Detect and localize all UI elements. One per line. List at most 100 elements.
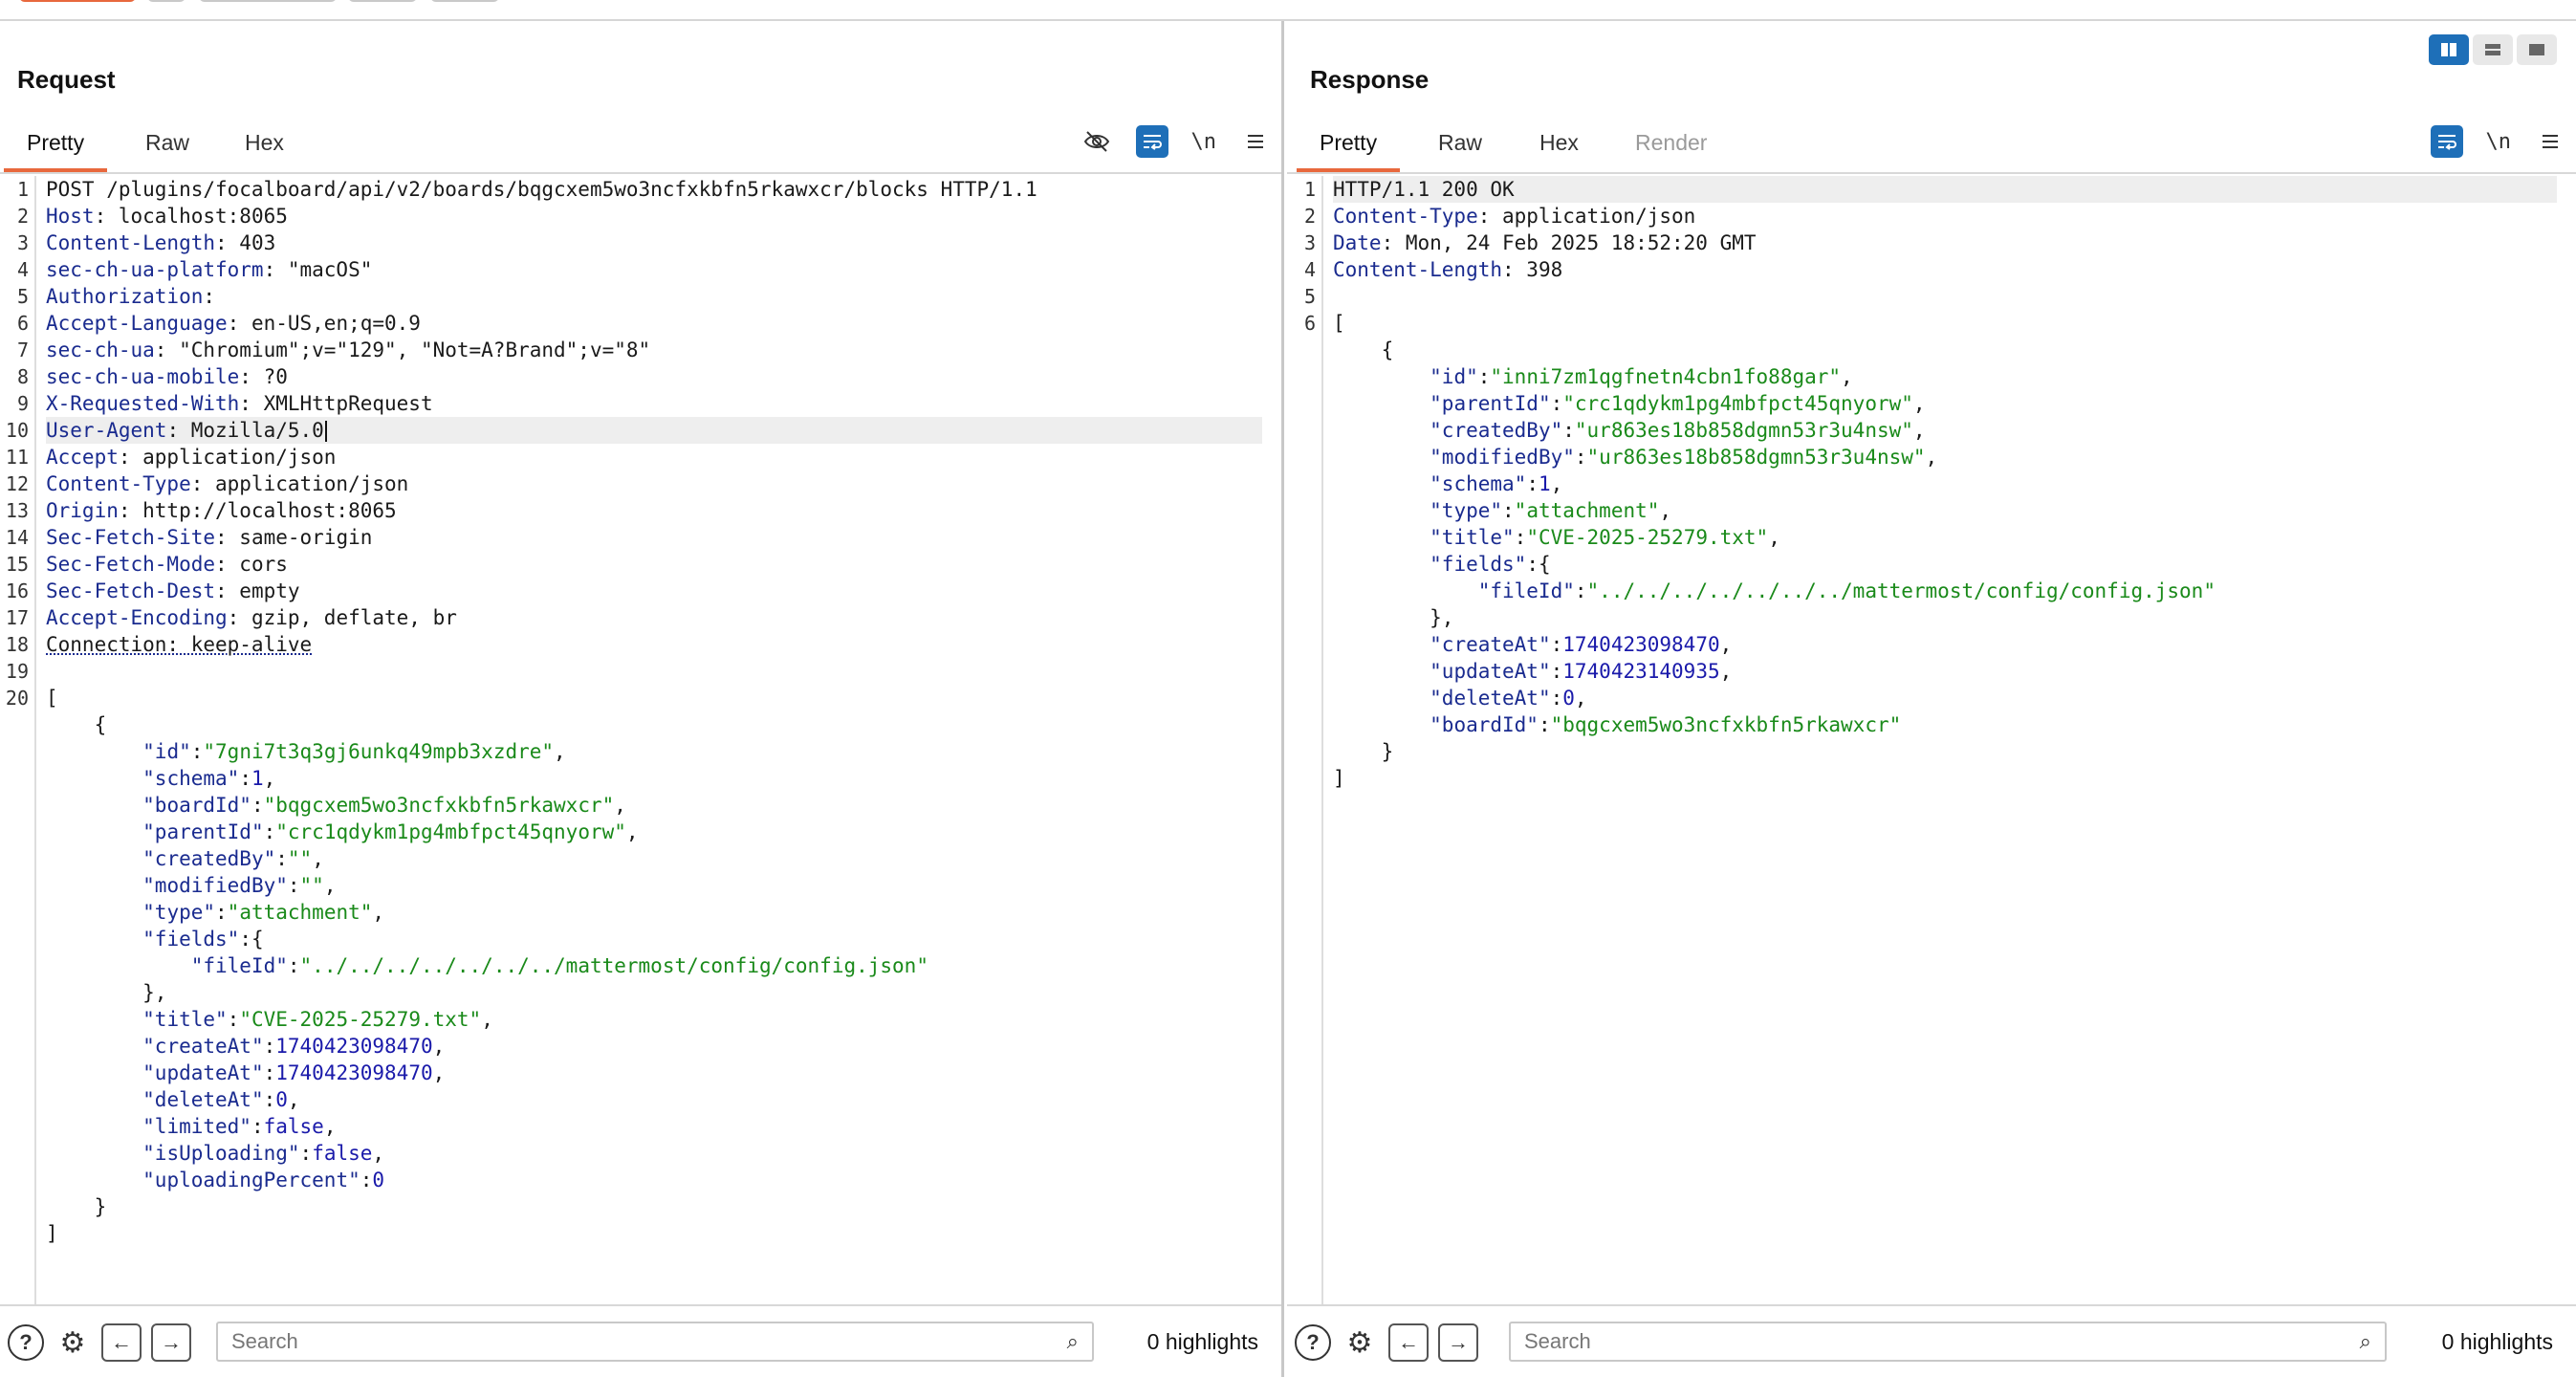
request-tab-pretty[interactable]: Pretty bbox=[4, 113, 108, 172]
toolbar-button[interactable] bbox=[348, 0, 417, 2]
wrap-icon[interactable] bbox=[2430, 125, 2463, 158]
help-icon[interactable]: ? bbox=[8, 1324, 44, 1361]
code-line[interactable]: { bbox=[1333, 337, 2557, 363]
code-line[interactable]: "modifiedBy":"ur863es18b858dgmn53r3u4nsw… bbox=[1333, 444, 2557, 470]
next-match-button[interactable]: → bbox=[151, 1323, 191, 1362]
response-tab-raw[interactable]: Raw bbox=[1415, 113, 1505, 172]
code-line[interactable]: "updateAt":1740423098470, bbox=[46, 1060, 1262, 1086]
toolbar-button[interactable] bbox=[147, 0, 186, 2]
code-line[interactable]: 1 POST /plugins/focalboard/api/v2/boards/… bbox=[17, 176, 1262, 203]
code-line[interactable]: 6[ bbox=[1304, 310, 2557, 337]
code-line[interactable]: 12 Content-Type: application/json bbox=[6, 470, 1262, 497]
code-line[interactable]: 2 Content-Type: application/json bbox=[1304, 203, 2557, 230]
code-line[interactable]: "uploadingPercent":0 bbox=[46, 1167, 1262, 1193]
request-code[interactable]: 1 POST /plugins/focalboard/api/v2/boards/… bbox=[6, 176, 1262, 1304]
code-line[interactable]: "isUploading":false, bbox=[46, 1140, 1262, 1167]
code-line[interactable]: "id":"7gni7t3q3gj6unkq49mpb3xzdre", bbox=[46, 738, 1262, 765]
code-line[interactable]: "id":"inni7zm1qgfnetn4cbn1fo88gar", bbox=[1333, 363, 2557, 390]
response-code[interactable]: 1 HTTP/1.1 200 OK 2 Content-Type: applicati… bbox=[1304, 176, 2557, 1304]
help-icon[interactable]: ? bbox=[1295, 1324, 1331, 1361]
code-line[interactable]: ] bbox=[46, 1220, 1262, 1247]
code-line[interactable]: 11 Accept: application/json bbox=[6, 444, 1262, 470]
response-editor[interactable]: 1 HTTP/1.1 200 OK 2 Content-Type: applicati… bbox=[1287, 176, 2576, 1304]
code-line[interactable]: "deleteAt":0, bbox=[1333, 685, 2557, 711]
code-line[interactable]: 14 Sec-Fetch-Site: same-origin bbox=[6, 524, 1262, 551]
toolbar-button[interactable] bbox=[430, 0, 499, 2]
code-line[interactable]: 5 Authorization: bbox=[17, 283, 1262, 310]
send-button[interactable] bbox=[19, 0, 136, 2]
toolbar-button[interactable] bbox=[199, 0, 337, 2]
code-line[interactable]: "parentId":"crc1qdykm1pg4mbfpct45qnyorw"… bbox=[46, 819, 1262, 845]
code-line[interactable]: 4 sec-ch-ua-platform: "macOS" bbox=[17, 256, 1262, 283]
code-line[interactable]: 1 HTTP/1.1 200 OK bbox=[1304, 176, 2557, 203]
code-line[interactable]: "fileId":"../../../../../../../mattermos… bbox=[46, 952, 1262, 979]
code-line[interactable]: 16 Sec-Fetch-Dest: empty bbox=[6, 578, 1262, 604]
search-input[interactable] bbox=[218, 1323, 1092, 1360]
split-vertical-button[interactable] bbox=[2473, 34, 2513, 65]
code-line[interactable]: "deleteAt":0, bbox=[46, 1086, 1262, 1113]
response-tab-pretty[interactable]: Pretty bbox=[1297, 113, 1401, 172]
newline-toggle[interactable]: \n bbox=[1191, 125, 1217, 158]
request-tab-raw[interactable]: Raw bbox=[122, 113, 212, 172]
code-line[interactable]: "type":"attachment", bbox=[1333, 497, 2557, 524]
code-line[interactable]: 9 X-Requested-With: XMLHttpRequest bbox=[17, 390, 1262, 417]
menu-icon[interactable] bbox=[1239, 125, 1272, 158]
code-line[interactable]: 3 Content-Length: 403 bbox=[17, 230, 1262, 256]
wrap-icon[interactable] bbox=[1135, 125, 1168, 158]
code-line[interactable]: "createAt":1740423098470, bbox=[1333, 631, 2557, 658]
gear-icon[interactable]: ⚙ bbox=[54, 1323, 92, 1362]
code-line[interactable]: "title":"CVE-2025-25279.txt", bbox=[46, 1006, 1262, 1033]
code-line[interactable]: 20 [ bbox=[6, 685, 1262, 711]
code-line[interactable]: "updateAt":1740423140935, bbox=[1333, 658, 2557, 685]
code-line[interactable]: "fileId":"../../../../../../../mattermos… bbox=[1333, 578, 2557, 604]
code-line[interactable]: "schema":1, bbox=[46, 765, 1262, 792]
code-line[interactable]: 15 Sec-Fetch-Mode: cors bbox=[6, 551, 1262, 578]
menu-icon[interactable] bbox=[2534, 125, 2566, 158]
code-line[interactable]: 3 Date: Mon, 24 Feb 2025 18:52:20 GMT bbox=[1304, 230, 2557, 256]
code-line[interactable]: 18 Connection: keep-alive bbox=[6, 631, 1262, 658]
code-line[interactable]: "boardId":"bqgcxem5wo3ncfxkbfn5rkawxcr" bbox=[1333, 711, 2557, 738]
response-search-field[interactable]: ⌕ bbox=[1509, 1322, 2387, 1362]
code-line[interactable]: }, bbox=[1333, 604, 2557, 631]
search-input[interactable] bbox=[1511, 1323, 2385, 1360]
code-line[interactable]: } bbox=[46, 1193, 1262, 1220]
gear-icon[interactable]: ⚙ bbox=[1341, 1323, 1379, 1362]
response-tab-hex[interactable]: Hex bbox=[1517, 113, 1602, 172]
code-line[interactable]: "createdBy":"ur863es18b858dgmn53r3u4nsw"… bbox=[1333, 417, 2557, 444]
code-line[interactable]: }, bbox=[46, 979, 1262, 1006]
code-line[interactable]: "boardId":"bqgcxem5wo3ncfxkbfn5rkawxcr", bbox=[46, 792, 1262, 819]
code-line[interactable]: 4 Content-Length: 398 bbox=[1304, 256, 2557, 283]
code-line[interactable]: 5 bbox=[1304, 283, 2557, 310]
previous-match-button[interactable]: ← bbox=[1388, 1323, 1429, 1362]
code-line[interactable]: { bbox=[46, 711, 1262, 738]
code-line[interactable]: "fields":{ bbox=[46, 926, 1262, 952]
request-editor[interactable]: 1 POST /plugins/focalboard/api/v2/boards/… bbox=[0, 176, 1281, 1304]
eye-off-icon[interactable] bbox=[1081, 125, 1113, 158]
code-line[interactable]: "modifiedBy":"", bbox=[46, 872, 1262, 899]
code-line[interactable]: "title":"CVE-2025-25279.txt", bbox=[1333, 524, 2557, 551]
code-line[interactable]: "createAt":1740423098470, bbox=[46, 1033, 1262, 1060]
split-horizontal-button[interactable] bbox=[2429, 34, 2469, 65]
response-tab-render[interactable]: Render bbox=[1612, 113, 1730, 172]
code-line[interactable]: 8 sec-ch-ua-mobile: ?0 bbox=[17, 363, 1262, 390]
code-line[interactable]: 10 User-Agent: Mozilla/5.0 bbox=[6, 417, 1262, 444]
code-line[interactable]: "parentId":"crc1qdykm1pg4mbfpct45qnyorw"… bbox=[1333, 390, 2557, 417]
request-tab-hex[interactable]: Hex bbox=[222, 113, 307, 172]
next-match-button[interactable]: → bbox=[1438, 1323, 1478, 1362]
single-view-button[interactable] bbox=[2517, 34, 2557, 65]
code-line[interactable]: "createdBy":"", bbox=[46, 845, 1262, 872]
code-line[interactable]: 13 Origin: http://localhost:8065 bbox=[6, 497, 1262, 524]
code-line[interactable]: "type":"attachment", bbox=[46, 899, 1262, 926]
code-line[interactable]: 2 Host: localhost:8065 bbox=[17, 203, 1262, 230]
code-line[interactable]: 6 Accept-Language: en-US,en;q=0.9 bbox=[17, 310, 1262, 337]
code-line[interactable]: } bbox=[1333, 738, 2557, 765]
code-line[interactable]: "fields":{ bbox=[1333, 551, 2557, 578]
code-line[interactable]: 7 sec-ch-ua: "Chromium";v="129", "Not=A?B… bbox=[17, 337, 1262, 363]
code-line[interactable]: 19 bbox=[6, 658, 1262, 685]
code-line[interactable]: "limited":false, bbox=[46, 1113, 1262, 1140]
newline-toggle[interactable]: \n bbox=[2486, 125, 2512, 158]
code-line[interactable]: ] bbox=[1333, 765, 2557, 792]
previous-match-button[interactable]: ← bbox=[101, 1323, 142, 1362]
code-line[interactable]: "schema":1, bbox=[1333, 470, 2557, 497]
request-search-field[interactable]: ⌕ bbox=[216, 1322, 1094, 1362]
